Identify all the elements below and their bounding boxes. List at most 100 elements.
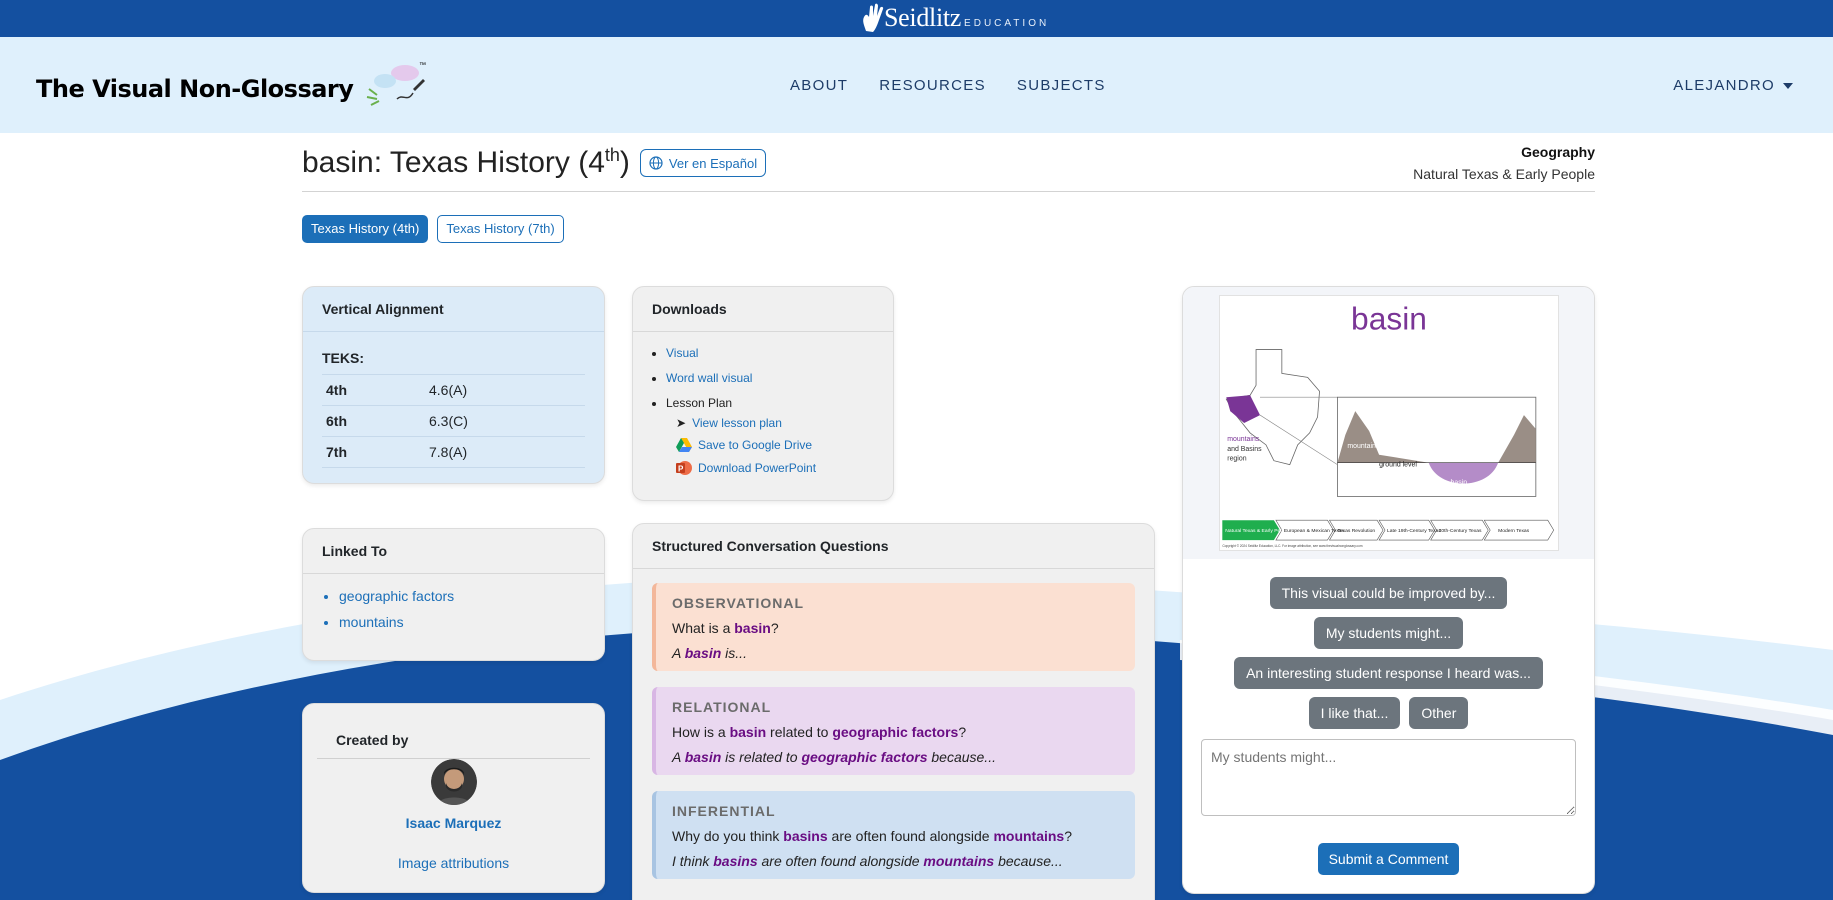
save-google-drive-link[interactable]: Save to Google Drive [676, 438, 893, 452]
svg-text:mountain: mountain [1347, 443, 1376, 450]
user-menu-dropdown[interactable]: ALEJANDRO [1673, 77, 1793, 94]
list-item: Visual [666, 346, 893, 360]
download-visual-link[interactable]: Visual [666, 346, 698, 360]
globe-icon [649, 156, 663, 170]
basin-visual[interactable]: basin mountains and Basins region mounta… [1219, 295, 1559, 551]
title-text: basin: Texas History (4 [302, 146, 605, 179]
submit-comment-button[interactable]: Submit a Comment [1317, 843, 1460, 875]
comment-textarea[interactable] [1201, 739, 1576, 816]
site-logo[interactable]: The Visual Non-Glossary ™ [36, 59, 435, 119]
title-close: ) [619, 146, 630, 179]
sentence-stem: A basin is... [672, 645, 747, 661]
title-sup: th [604, 144, 620, 165]
vertical-alignment-heading: Vertical Alignment [303, 287, 604, 332]
course-tabs: Texas History (4th) Texas History (7th) [302, 215, 564, 243]
svg-text:20th-Century Texas: 20th-Century Texas [1439, 528, 1482, 534]
svg-text:Texas Revolution: Texas Revolution [1337, 528, 1375, 534]
google-drive-icon [676, 438, 692, 452]
question-type: RELATIONAL [672, 699, 772, 715]
spanish-button[interactable]: Ver en Español [639, 149, 767, 177]
downloads-card: Downloads Visual Word wall visual Lesson… [632, 286, 894, 501]
main-navbar: The Visual Non-Glossary ™ ABOUT RESOURCE… [0, 37, 1833, 133]
page-title: basin: Texas History (4 th) Ver en Españo… [302, 144, 767, 180]
feedback-response-button[interactable]: An interesting student response I heard … [1234, 657, 1543, 689]
svg-text:ground level: ground level [1379, 462, 1417, 469]
brand-sub: EDUCATION [964, 17, 1050, 29]
lesson-plan-links: ➤ View lesson plan Save to Google Drive P [676, 416, 893, 476]
tab-texas-history-7th[interactable]: Texas History (7th) [437, 215, 564, 243]
teks-grade: 4th [326, 382, 347, 398]
subject-info: Geography Natural Texas & Early People [1413, 144, 1595, 182]
svg-text:Late 19th-Century Texas: Late 19th-Century Texas [1387, 528, 1441, 534]
teks-code: 4.6(A) [429, 382, 468, 398]
teks-row: 7th 7.8(A) [322, 437, 585, 468]
lesson-plan-label: Lesson Plan [666, 396, 733, 410]
save-drive-label: Save to Google Drive [698, 438, 813, 452]
nav-resources[interactable]: RESOURCES [879, 77, 986, 94]
author-name[interactable]: Isaac Marquez [303, 815, 604, 831]
speech-bubbles-icon: ™ [367, 62, 426, 106]
teks-row: 6th 6.3(C) [322, 406, 585, 437]
visual-feedback-card: basin mountains and Basins region mounta… [1182, 286, 1595, 894]
svg-text:Natural Texas & Early People: Natural Texas & Early People [1225, 528, 1290, 534]
created-by-heading: Created by [336, 732, 409, 748]
question-text: Why do you think basins are often found … [672, 828, 1073, 844]
download-ppt-label: Download PowerPoint [698, 461, 817, 475]
arrow-right-icon: ➤ [676, 416, 687, 430]
feedback-row: I like that... Other [1308, 697, 1469, 729]
powerpoint-icon: P [676, 461, 692, 475]
downloads-heading: Downloads [633, 287, 893, 332]
svg-text:P: P [678, 465, 684, 474]
teks-code: 6.3(C) [429, 413, 468, 429]
download-powerpoint-link[interactable]: P Download PowerPoint [676, 460, 893, 476]
downloads-list: Visual Word wall visual Lesson Plan ➤ Vie… [633, 332, 893, 476]
relational-question: RELATIONAL How is a basin related to geo… [652, 687, 1135, 775]
user-name: ALEJANDRO [1673, 77, 1775, 94]
svg-text:and Basins: and Basins [1227, 446, 1262, 453]
view-lesson-plan-label: View lesson plan [692, 416, 782, 430]
teks-grade: 6th [326, 413, 347, 429]
teks-grade: 7th [326, 444, 347, 460]
vertical-alignment-card: Vertical Alignment TEKS: 4th 4.6(A) 6th … [302, 286, 605, 484]
hand-logo-icon [863, 3, 884, 32]
feedback-students-button[interactable]: My students might... [1313, 617, 1464, 649]
nav-links: ABOUT RESOURCES SUBJECTS [790, 77, 1137, 94]
sentence-stem: A basin is related to geographic factors… [672, 749, 996, 765]
svg-text:region: region [1227, 456, 1246, 463]
question-text: What is a basin? [672, 620, 779, 636]
view-lesson-plan-link[interactable]: ➤ View lesson plan [676, 416, 893, 430]
feedback-improved-button[interactable]: This visual could be improved by... [1269, 577, 1508, 609]
feedback-like-button[interactable]: I like that... [1308, 697, 1401, 729]
seidlitz-logo[interactable]: Seidlitz EDUCATION [858, 2, 1049, 34]
linked-to-card: Linked To geographic factors mountains [302, 528, 605, 661]
created-by-card: Created by Isaac Marquez Image attributi… [302, 703, 605, 893]
image-attributions-link[interactable]: Image attributions [303, 855, 604, 871]
subject-name: Geography [1521, 144, 1595, 160]
svg-text:basin: basin [1451, 480, 1468, 487]
svg-text:mountains: mountains [1227, 436, 1260, 443]
avatar[interactable] [430, 759, 477, 805]
teks-code: 7.8(A) [429, 444, 468, 460]
svg-text:Modern Texas: Modern Texas [1498, 528, 1530, 534]
visual-frame: basin mountains and Basins region mounta… [1183, 287, 1594, 559]
linked-term-geographic-factors[interactable]: geographic factors [339, 588, 604, 604]
tab-texas-history-4th[interactable]: Texas History (4th) [302, 215, 429, 243]
download-word-wall-link[interactable]: Word wall visual [666, 371, 752, 385]
list-item: Lesson Plan ➤ View lesson plan Save to Go… [666, 396, 893, 476]
nav-subjects[interactable]: SUBJECTS [1017, 77, 1106, 94]
feedback-other-button[interactable]: Other [1409, 697, 1469, 729]
conversation-questions-card: Structured Conversation Questions OBSERV… [632, 523, 1155, 900]
observational-question: OBSERVATIONAL What is a basin? A basin i… [652, 583, 1135, 671]
nav-about[interactable]: ABOUT [790, 77, 848, 94]
svg-text:European & Mexican Texas: European & Mexican Texas [1284, 528, 1345, 534]
divider [302, 191, 1595, 192]
svg-text:™: ™ [419, 62, 426, 69]
spanish-label: Ver en Español [668, 155, 758, 171]
teks-row: 4th 4.6(A) [322, 375, 585, 406]
linked-term-mountains[interactable]: mountains [339, 614, 604, 630]
inferential-question: INFERENTIAL Why do you think basins are … [652, 791, 1135, 879]
sentence-stem: I think basins are often found alongside… [672, 853, 1063, 869]
question-text: How is a basin related to geographic fac… [672, 724, 967, 740]
svg-text:basin: basin [1351, 301, 1427, 337]
list-item: Word wall visual [666, 371, 893, 385]
